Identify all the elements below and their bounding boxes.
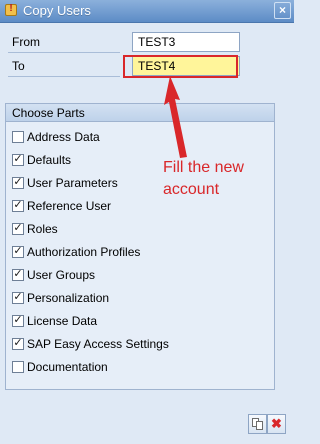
to-label: To [8, 56, 120, 77]
window-title: Copy Users [23, 3, 91, 18]
copy-button[interactable] [248, 414, 267, 434]
cancel-button[interactable]: ✖ [267, 414, 286, 434]
copy-icon [252, 418, 263, 430]
from-label: From [8, 32, 120, 53]
annotation-text: Fill the new account [163, 157, 283, 201]
checkmark-icon: ✓ [13, 199, 23, 211]
checkbox-label: SAP Easy Access Settings [27, 337, 169, 351]
checkbox-label: Personalization [27, 291, 110, 305]
checkbox-label: Reference User [27, 199, 112, 213]
part-checkbox-row[interactable]: ✓ SAP Easy Access Settings [12, 335, 169, 353]
checkbox-label: User Parameters [27, 176, 118, 190]
checkbox-label: Authorization Profiles [27, 245, 141, 259]
part-checkbox-row[interactable]: Address Data [12, 128, 100, 146]
from-row: From [8, 32, 240, 54]
checkbox-label: User Groups [27, 268, 96, 282]
annotation-line-1: Fill the new [163, 159, 244, 176]
to-row: To [8, 56, 240, 78]
checkbox[interactable] [12, 361, 24, 373]
cancel-icon: ✖ [271, 416, 282, 431]
part-checkbox-row[interactable]: ✓ Defaults [12, 151, 71, 169]
checkmark-icon: ✓ [13, 337, 23, 349]
close-button[interactable]: × [274, 2, 291, 19]
part-checkbox-row[interactable]: ✓ Personalization [12, 289, 109, 307]
to-input[interactable] [132, 56, 240, 76]
part-checkbox-row[interactable]: ✓ User Parameters [12, 174, 118, 192]
checkbox-label: Documentation [27, 360, 108, 374]
checkmark-icon: ✓ [13, 176, 23, 188]
checkmark-icon: ✓ [13, 314, 23, 326]
checkbox-label: Address Data [27, 130, 100, 144]
checkbox[interactable]: ✓ [12, 291, 24, 304]
checkbox[interactable]: ✓ [12, 222, 24, 235]
part-checkbox-row[interactable]: Documentation [12, 358, 108, 376]
title-bar: ! Copy Users × [0, 0, 294, 23]
from-input[interactable] [132, 32, 240, 52]
checkmark-icon: ✓ [13, 291, 23, 303]
checkbox[interactable] [12, 131, 24, 143]
checkbox[interactable]: ✓ [12, 199, 24, 212]
checkmark-icon: ✓ [13, 222, 23, 234]
checkmark-icon: ✓ [13, 268, 23, 280]
part-checkbox-row[interactable]: ✓ Reference User [12, 197, 111, 215]
checkbox[interactable]: ✓ [12, 268, 24, 281]
checkbox[interactable]: ✓ [12, 176, 24, 189]
choose-parts-title: Choose Parts [6, 104, 274, 122]
annotation-line-2: account [163, 181, 220, 198]
warning-icon: ! [5, 3, 17, 16]
checkbox[interactable]: ✓ [12, 314, 24, 327]
part-checkbox-row[interactable]: ✓ Roles [12, 220, 58, 238]
checkmark-icon: ✓ [13, 245, 23, 257]
checkbox[interactable]: ✓ [12, 337, 24, 350]
part-checkbox-row[interactable]: ✓ User Groups [12, 266, 95, 284]
annotation-arrow [164, 76, 187, 158]
choose-parts-group: Choose Parts Address Data ✓ Defaults ✓ User … [5, 103, 275, 390]
checkbox-label: License Data [27, 314, 98, 328]
checkbox[interactable]: ✓ [12, 245, 24, 258]
checkmark-icon: ✓ [13, 153, 23, 165]
part-checkbox-row[interactable]: ✓ Authorization Profiles [12, 243, 140, 261]
checkbox[interactable]: ✓ [12, 153, 24, 166]
checkbox-label: Defaults [27, 153, 72, 167]
part-checkbox-row[interactable]: ✓ License Data [12, 312, 97, 330]
checkbox-label: Roles [27, 222, 58, 236]
